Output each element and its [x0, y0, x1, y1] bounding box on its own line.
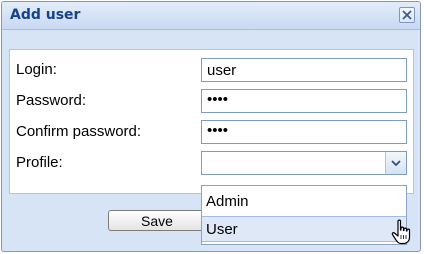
dialog-title: Add user — [10, 7, 81, 23]
login-input[interactable]: user — [201, 58, 407, 82]
dialog-titlebar: Add user — [2, 2, 420, 30]
password-value: •••• — [207, 91, 229, 108]
password-label: Password: — [16, 92, 87, 109]
close-button[interactable] — [399, 7, 415, 23]
profile-option-admin[interactable]: Admin — [202, 189, 406, 215]
confirm-password-input[interactable]: •••• — [201, 120, 407, 144]
profile-select[interactable] — [201, 151, 407, 175]
confirm-password-label: Confirm password: — [16, 123, 142, 140]
close-icon — [402, 10, 412, 20]
password-input[interactable]: •••• — [201, 89, 407, 113]
save-button[interactable]: Save — [108, 210, 206, 231]
confirm-password-value: •••• — [207, 122, 229, 139]
profile-option-label: Admin — [206, 193, 249, 210]
save-button-label: Save — [141, 213, 173, 229]
chevron-down-icon — [391, 160, 401, 166]
add-user-dialog: Add user Login: user Password: •••• Conf… — [1, 1, 421, 252]
profile-dropdown-button[interactable] — [385, 152, 406, 174]
hand-pointer-icon — [391, 219, 411, 245]
login-label: Login: — [16, 61, 57, 78]
profile-label: Profile: — [16, 154, 63, 171]
profile-dropdown-list: Admin User — [201, 185, 407, 245]
profile-option-user[interactable]: User — [202, 216, 406, 242]
login-value: user — [207, 62, 237, 79]
profile-option-label: User — [206, 221, 238, 238]
